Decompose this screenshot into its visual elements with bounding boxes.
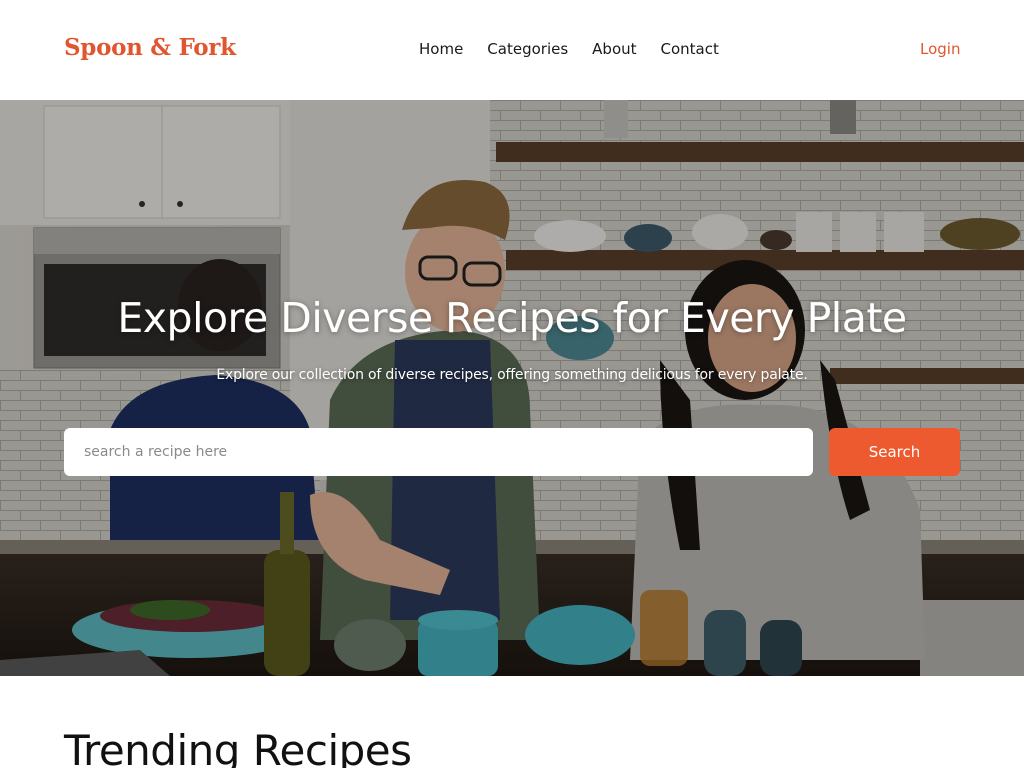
search-button[interactable]: Search <box>829 428 960 476</box>
nav-item-home[interactable]: Home <box>419 40 463 58</box>
main-nav: Home Categories About Contact <box>419 40 719 58</box>
recipe-search-input[interactable] <box>64 428 813 476</box>
hero-subtitle: Explore our collection of diverse recipe… <box>216 367 808 383</box>
site-header: Spoon & Fork Home Categories About Conta… <box>0 0 1024 100</box>
brand-logo[interactable]: Spoon & Fork <box>64 34 236 61</box>
nav-item-about[interactable]: About <box>592 40 636 58</box>
nav-item-categories[interactable]: Categories <box>487 40 568 58</box>
login-link[interactable]: Login <box>920 40 960 58</box>
trending-recipes-heading: Trending Recipes <box>64 726 412 768</box>
hero-title: Explore Diverse Recipes for Every Plate <box>117 294 907 342</box>
nav-item-contact[interactable]: Contact <box>661 40 719 58</box>
hero-section: Explore Diverse Recipes for Every Plate … <box>0 100 1024 676</box>
hero-overlay <box>0 100 1024 676</box>
